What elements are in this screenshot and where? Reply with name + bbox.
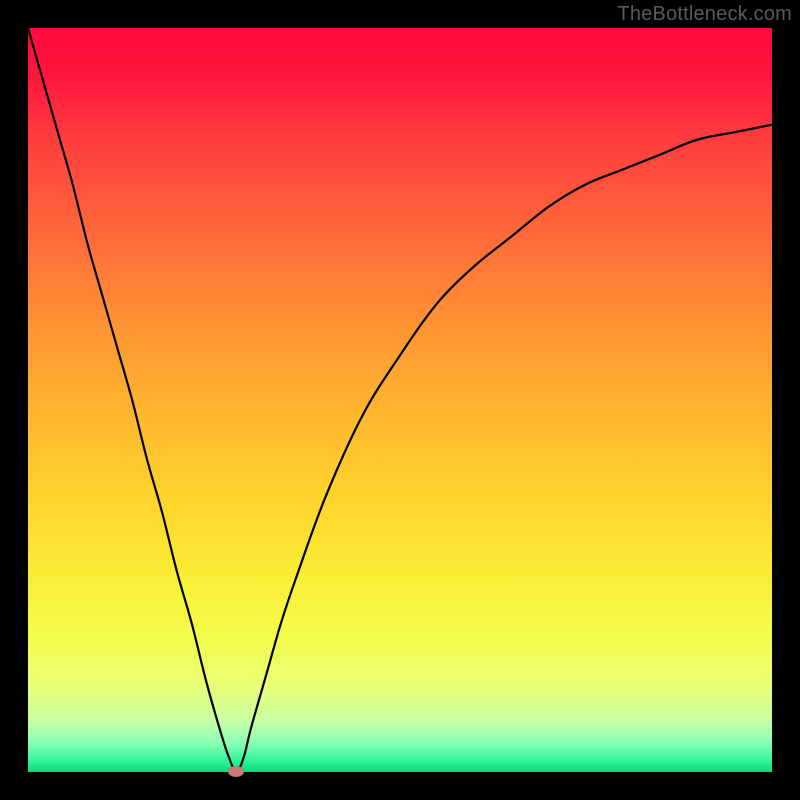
plot-area — [28, 28, 772, 772]
watermark-text: TheBottleneck.com — [617, 3, 792, 26]
minimum-marker — [228, 766, 244, 777]
curve-svg — [28, 28, 772, 772]
bottleneck-curve — [28, 28, 772, 772]
chart-frame: TheBottleneck.com — [0, 0, 800, 800]
